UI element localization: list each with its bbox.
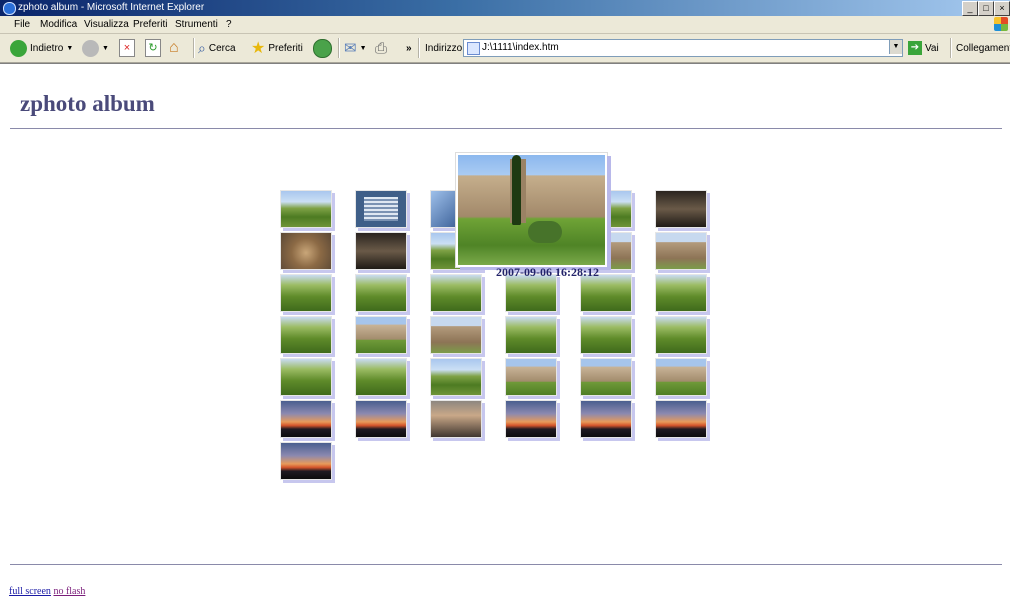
address-dropdown-button[interactable]: ▼ — [889, 40, 902, 54]
footer-links: full screen no flash — [9, 586, 85, 597]
photo-thumbnail[interactable] — [280, 442, 332, 480]
home-button[interactable]: ⌂ — [169, 38, 179, 58]
home-icon: ⌂ — [169, 39, 179, 56]
links-label: Collegamenti — [956, 42, 1010, 54]
favorites-label: Preferiti — [268, 42, 303, 54]
menu-file[interactable]: File — [14, 19, 30, 30]
go-label: Vai — [925, 42, 939, 54]
photo-thumbnail[interactable] — [280, 400, 332, 438]
photo-thumbnail[interactable] — [355, 232, 407, 270]
photo-thumbnail[interactable] — [280, 190, 332, 228]
page-icon — [467, 42, 480, 55]
menu-preferiti[interactable]: Preferiti — [133, 19, 167, 30]
photo-thumbnail[interactable] — [280, 274, 332, 312]
history-button[interactable] — [313, 38, 332, 58]
close-button[interactable]: × — [994, 1, 1010, 16]
chevron-down-icon: ▼ — [66, 44, 74, 52]
photo-thumbnail[interactable] — [280, 232, 332, 270]
photo-thumbnail[interactable] — [580, 400, 632, 438]
favorites-button[interactable]: ★ Preferiti — [251, 38, 303, 58]
search-button[interactable]: ⌕ Cerca — [198, 38, 236, 58]
go-button[interactable]: ➔ Vai — [908, 38, 939, 58]
refresh-icon: ↻ — [145, 39, 161, 57]
links-button[interactable]: Collegamenti — [956, 38, 1010, 58]
star-icon: ★ — [251, 40, 266, 57]
toolbar-separator — [950, 38, 952, 58]
toolbar: Indietro ▼ ▼ × ↻ ⌂ ⌕ Cerca ★ Preferiti ✉… — [0, 34, 1010, 63]
double-chevron-icon: » — [406, 42, 412, 54]
address-label: Indirizzo — [425, 42, 463, 54]
back-button[interactable]: Indietro ▼ — [10, 38, 73, 58]
mail-icon: ✉ — [344, 40, 357, 57]
printer-icon: ⎙ — [375, 39, 388, 57]
stop-button[interactable]: × — [119, 38, 135, 58]
photo-thumbnail[interactable] — [505, 358, 557, 396]
photo-thumbnail[interactable] — [355, 358, 407, 396]
photo-thumbnail[interactable] — [430, 274, 482, 312]
menu-strumenti[interactable]: Strumenti — [175, 19, 218, 30]
title-bar: zphoto album - Microsoft Internet Explor… — [0, 0, 1010, 16]
back-label: Indietro — [30, 42, 64, 54]
photo-thumbnail[interactable] — [355, 316, 407, 354]
back-arrow-icon — [10, 39, 27, 57]
forward-arrow-icon — [82, 39, 99, 57]
photo-thumbnail[interactable] — [655, 274, 707, 312]
photo-thumbnail[interactable] — [430, 358, 482, 396]
mail-button[interactable]: ✉ ▼ — [344, 38, 367, 58]
toolbar-overflow-button[interactable]: » — [406, 38, 412, 58]
address-value: J:\1111\index.htm — [482, 42, 559, 53]
photo-thumbnail[interactable] — [655, 232, 707, 270]
photo-thumbnail[interactable] — [580, 358, 632, 396]
menu-visualizza[interactable]: Visualizza — [84, 19, 129, 30]
address-field[interactable]: J:\1111\index.htm ▼ — [463, 39, 903, 57]
photo-thumbnail[interactable] — [280, 358, 332, 396]
go-arrow-icon: ➔ — [908, 41, 922, 55]
photo-thumbnail[interactable] — [355, 274, 407, 312]
address-label-box: Indirizzo — [425, 38, 462, 58]
chevron-down-icon: ▼ — [359, 44, 367, 52]
top-divider — [10, 128, 1002, 129]
photo-thumbnail[interactable] — [655, 358, 707, 396]
photo-thumbnail[interactable] — [430, 400, 482, 438]
menu-bar: File Modifica Visualizza Preferiti Strum… — [0, 16, 1010, 34]
photo-thumbnail[interactable] — [655, 190, 707, 228]
minimize-button[interactable]: _ — [962, 1, 978, 16]
noflash-link[interactable]: no flash — [53, 586, 85, 597]
maximize-button[interactable]: □ — [978, 1, 994, 16]
enlarged-photo[interactable] — [456, 153, 607, 267]
history-icon — [313, 38, 332, 58]
toolbar-separator — [193, 38, 195, 58]
page-title: zphoto album — [20, 91, 155, 116]
search-label: Cerca — [208, 42, 236, 54]
chevron-down-icon: ▼ — [102, 44, 109, 52]
photo-thumbnail[interactable] — [355, 190, 407, 228]
photo-thumbnail[interactable] — [580, 316, 632, 354]
search-icon: ⌕ — [198, 39, 206, 56]
menu-help[interactable]: ? — [226, 19, 232, 30]
ie-icon — [3, 2, 16, 15]
photo-thumbnail[interactable] — [505, 316, 557, 354]
window-title: zphoto album - Microsoft Internet Explor… — [18, 2, 205, 13]
photo-thumbnail[interactable] — [280, 316, 332, 354]
toolbar-separator — [418, 38, 420, 58]
photo-thumbnail[interactable] — [430, 316, 482, 354]
photo-cypress — [512, 155, 521, 225]
photo-thumbnail[interactable] — [655, 400, 707, 438]
windows-logo-icon — [994, 17, 1008, 31]
photo-thumbnail[interactable] — [655, 316, 707, 354]
refresh-button[interactable]: ↻ — [145, 38, 161, 58]
stop-icon: × — [119, 39, 135, 57]
menu-modifica[interactable]: Modifica — [40, 19, 77, 30]
toolbar-separator — [338, 38, 340, 58]
photo-thumbnail[interactable] — [355, 400, 407, 438]
photo-tree — [528, 221, 562, 243]
print-button[interactable]: ⎙ — [375, 38, 387, 58]
photo-thumbnail[interactable] — [505, 400, 557, 438]
forward-button[interactable]: ▼ — [82, 38, 109, 58]
photo-timestamp: 2007-09-06 16:28:12 — [496, 265, 599, 279]
fullscreen-link[interactable]: full screen — [9, 586, 51, 597]
bottom-divider — [10, 564, 1002, 565]
page-content: zphoto album 2007-09-06 16:28:12 full sc… — [0, 63, 1010, 602]
